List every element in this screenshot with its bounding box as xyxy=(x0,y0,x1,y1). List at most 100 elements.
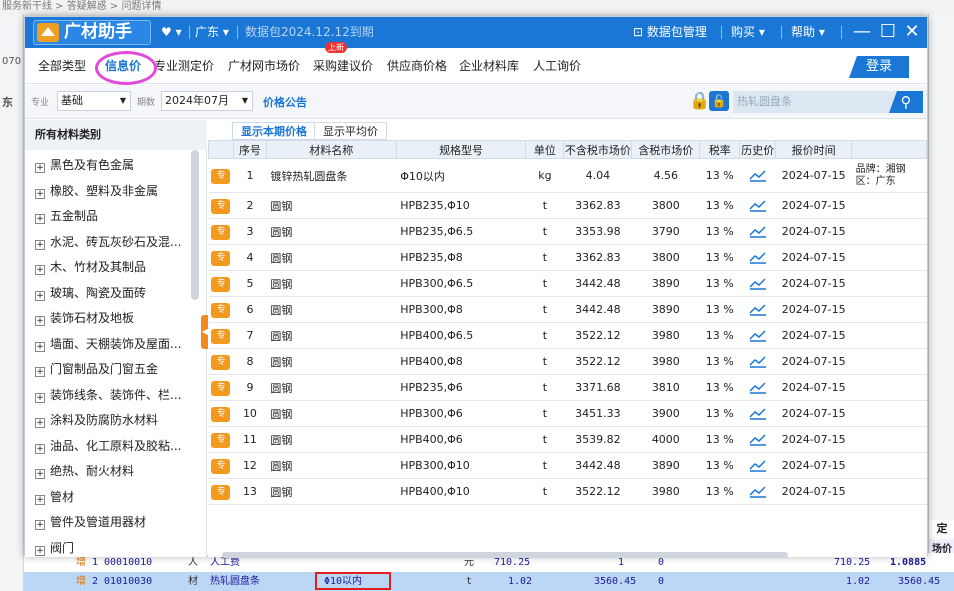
trend-chart-icon[interactable] xyxy=(749,169,767,182)
expand-icon[interactable]: + xyxy=(35,418,45,428)
trend-chart-icon[interactable] xyxy=(749,381,767,394)
expand-icon[interactable]: + xyxy=(35,163,45,173)
cell-quote-date: 2024-07-15 xyxy=(775,158,852,193)
cell-quote-date: 2024-07-15 xyxy=(775,452,852,479)
sidebar-item[interactable]: + 水泥、砖瓦灰砂石及混... xyxy=(35,230,197,255)
trend-chart-icon[interactable] xyxy=(749,225,767,238)
table-row[interactable]: 专 1 镀锌热轧圆盘条 Φ10以内 kg 4.04 4.56 13 % 2024-07-15 品牌… xyxy=(208,158,927,193)
expand-icon[interactable]: + xyxy=(35,494,45,505)
buy-menu[interactable]: 购买 ▾ xyxy=(731,17,765,48)
expand-icon[interactable]: + xyxy=(35,520,45,530)
divider xyxy=(237,26,238,39)
cell-note xyxy=(851,218,927,245)
price-announcement-link[interactable]: 价格公告 xyxy=(263,94,307,110)
sidebar-item[interactable]: + 油品、化工原料及胶粘... xyxy=(35,434,197,459)
data-package-button[interactable]: ⊡ 数据包管理 xyxy=(633,17,707,48)
tab-professional-price[interactable]: 专业测定价 xyxy=(154,48,214,84)
close-icon[interactable]: ✕ xyxy=(901,20,923,44)
table-row[interactable]: 专 11 圆钢 HPB400,Φ6 t 3539.82 4000 13 % 2024-07-15 xyxy=(208,426,927,453)
cell-price-ex-tax: 3371.68 xyxy=(563,374,632,401)
region-select[interactable]: 广东 ▾ xyxy=(195,17,229,48)
sidebar-item[interactable]: + 五金制品 xyxy=(35,204,197,229)
trend-chart-icon[interactable] xyxy=(749,199,767,212)
trend-chart-icon[interactable] xyxy=(749,433,767,446)
sidebar-item[interactable]: + 装饰石材及地板 xyxy=(35,306,197,331)
table-row[interactable]: 专 9 圆钢 HPB235,Φ6 t 3371.68 3810 13 % 2024-07-15 xyxy=(208,374,927,401)
sidebar-item[interactable]: + 阀门 xyxy=(35,536,197,561)
sidebar-item[interactable]: + 玻璃、陶瓷及面砖 xyxy=(35,281,197,306)
sidebar-item[interactable]: + 装饰线条、装饰件、栏... xyxy=(35,383,197,408)
expand-icon[interactable]: + xyxy=(35,239,45,250)
maximize-icon[interactable]: ☐ xyxy=(877,20,899,44)
cell-price-in-tax: 3810 xyxy=(631,374,700,401)
major-select[interactable]: 基础 ▼ xyxy=(57,91,131,111)
sidebar-item[interactable]: + 墙面、天棚装饰及屋面... xyxy=(35,332,197,357)
table-row[interactable]: 专 10 圆钢 HPB300,Φ6 t 3451.33 3900 13 % 2024-07-15 xyxy=(208,400,927,427)
cell-price-in-tax: 3790 xyxy=(631,218,700,245)
trend-chart-icon[interactable] xyxy=(749,407,767,420)
sidebar-item-label: 五金制品 xyxy=(50,209,99,223)
unlock-icon[interactable]: 🔓 xyxy=(709,91,729,111)
trend-chart-icon[interactable] xyxy=(749,459,767,472)
sidebar-scrollbar[interactable] xyxy=(191,150,199,300)
table-row[interactable]: 专 6 圆钢 HPB300,Φ8 t 3442.48 3890 13 % 2024-07-15 xyxy=(208,296,927,323)
table-row[interactable]: 专 3 圆钢 HPB235,Φ6.5 t 3353.98 3790 13 % 2024-07-1… xyxy=(208,218,927,245)
expand-icon[interactable]: + xyxy=(35,265,45,275)
sidebar-item[interactable]: + 管材 xyxy=(35,485,197,510)
cell-note xyxy=(851,322,927,349)
column-header xyxy=(851,140,927,159)
tab-supplier-price[interactable]: 供应商价格 xyxy=(387,48,447,84)
special-tag: 专 xyxy=(211,276,231,292)
login-button[interactable]: 登录 xyxy=(849,56,909,78)
sidebar-item[interactable]: + 橡胶、塑料及非金属 xyxy=(35,179,197,204)
sidebar-item[interactable]: + 木、竹材及其制品 xyxy=(35,255,197,280)
minimize-icon[interactable]: — xyxy=(851,20,873,44)
left-hint-1: 070 xyxy=(2,56,22,67)
table-row[interactable]: 专 5 圆钢 HPB300,Φ6.5 t 3442.48 3890 13 % 2024-07-1… xyxy=(208,270,927,297)
horizontal-scrollbar[interactable] xyxy=(222,552,788,558)
trend-chart-icon[interactable] xyxy=(749,355,767,368)
table-row[interactable]: 专 4 圆钢 HPB235,Φ8 t 3362.83 3800 13 % 2024-07-15 xyxy=(208,244,927,271)
cell-name: 圆钢 xyxy=(266,296,397,323)
expand-icon[interactable]: + xyxy=(35,367,45,377)
tab-purchase-suggestion[interactable]: 上新 采购建议价 xyxy=(313,42,373,84)
sidebar-item[interactable]: + 涂料及防腐防水材料 xyxy=(35,408,197,433)
heart-menu[interactable]: ♥ ▾ xyxy=(161,17,182,48)
table-row[interactable]: 专 12 圆钢 HPB300,Φ10 t 3442.48 3890 13 % 2024-07-1… xyxy=(208,452,927,479)
expand-icon[interactable]: + xyxy=(35,316,45,326)
expand-icon[interactable]: + xyxy=(35,290,45,301)
budget-row[interactable]: 增 2 01010030 材 热轧圆盘条 Φ10以内 t 1.02 3560.4… xyxy=(24,572,954,591)
tab-current-price[interactable]: 显示本期价格 xyxy=(232,122,316,140)
period-select[interactable]: 2024年07月 ▼ xyxy=(161,91,253,111)
tab-enterprise-library[interactable]: 企业材料库 xyxy=(459,48,519,84)
expand-icon[interactable]: + xyxy=(35,214,45,224)
trend-chart-icon[interactable] xyxy=(749,329,767,342)
cell-tax-rate: 13 % xyxy=(699,452,740,479)
sidebar-item[interactable]: + 绝热、耐火材料 xyxy=(35,459,197,484)
trend-chart-icon[interactable] xyxy=(749,485,767,498)
tab-average-price[interactable]: 显示平均价 xyxy=(314,122,387,140)
table-row[interactable]: 专 7 圆钢 HPB400,Φ6.5 t 3522.12 3980 13 % 2024-07-1… xyxy=(208,322,927,349)
sidebar-item[interactable]: + 黑色及有色金属 xyxy=(35,153,197,178)
trend-chart-icon[interactable] xyxy=(749,277,767,290)
sidebar-item[interactable]: + 门窗制品及门窗五金 xyxy=(35,357,197,382)
table-row[interactable]: 专 2 圆钢 HPB235,Φ10 t 3362.83 3800 13 % 2024-07-15 xyxy=(208,192,927,219)
table-row[interactable]: 专 8 圆钢 HPB400,Φ8 t 3522.12 3980 13 % 2024-07-15 xyxy=(208,348,927,375)
lock-icon[interactable]: 🔒 xyxy=(689,91,710,111)
expand-icon[interactable]: + xyxy=(35,188,45,199)
tab-manual-inquiry[interactable]: 人工询价 xyxy=(533,48,581,84)
expand-icon[interactable]: + xyxy=(35,392,45,403)
tab-market-price[interactable]: 广材网市场价 xyxy=(228,48,300,84)
expand-icon[interactable]: + xyxy=(35,545,45,556)
expand-icon[interactable]: + xyxy=(35,443,45,454)
cell-no: 10 xyxy=(233,400,267,427)
cell-note xyxy=(851,348,927,375)
sidebar-item[interactable]: + 管件及管道用器材 xyxy=(35,510,197,535)
help-menu[interactable]: 帮助 ▾ xyxy=(791,17,825,48)
trend-chart-icon[interactable] xyxy=(749,303,767,316)
expand-icon[interactable]: + xyxy=(35,469,45,479)
expand-icon[interactable]: + xyxy=(35,341,45,352)
table-row[interactable]: 专 13 圆钢 HPB400,Φ10 t 3522.12 3980 13 % 2024-07-1… xyxy=(208,478,927,505)
tab-all-types[interactable]: 全部类型 xyxy=(38,48,86,84)
trend-chart-icon[interactable] xyxy=(749,251,767,264)
